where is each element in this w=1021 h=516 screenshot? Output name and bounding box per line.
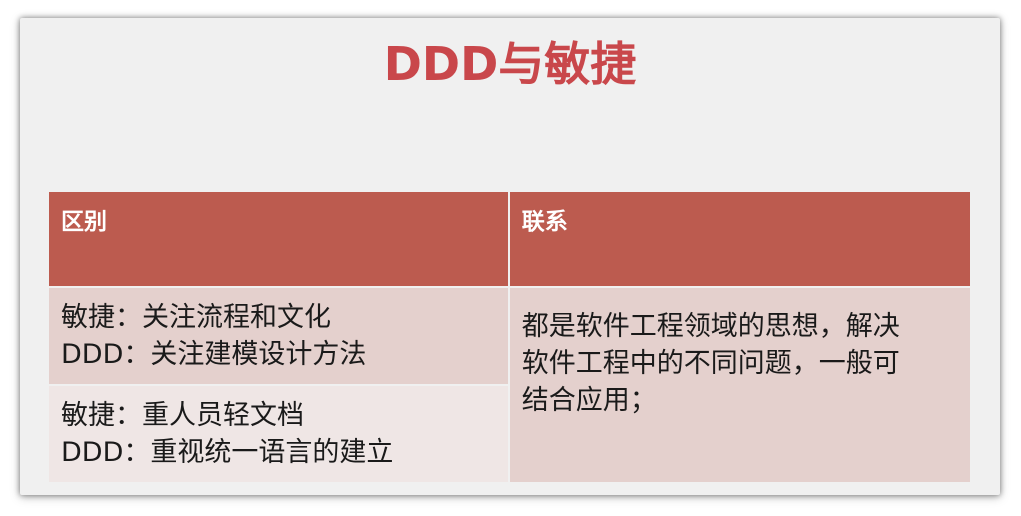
comparison-table: 区别 联系 敏捷：关注流程和文化 DDD：关注建模设计方法 都是软件工程领域的思… [47,190,973,484]
relation-cell: 都是软件工程领域的思想，解决 软件工程中的不同问题，一般可 结合应用； [507,286,973,484]
header-difference: 区别 [47,190,510,288]
slide: DDD与敏捷 区别 联系 敏捷：关注流程和文化 DDD：关注建模设计方法 都是软… [20,18,1000,495]
table-header-row: 区别 联系 [47,190,973,288]
relation-line-1: 都是软件工程领域的思想，解决 [521,310,900,342]
difference-agile-1: 敏捷：关注流程和文化 [61,302,331,333]
relation-line-3: 结合应用； [521,384,657,416]
difference-agile-2: 敏捷：重人员轻文档 [61,400,304,431]
relation-text: 都是软件工程领域的思想，解决 软件工程中的不同问题，一般可 结合应用； [522,308,960,419]
difference-cell-2: 敏捷：重人员轻文档 DDD：重视统一语言的建立 [47,384,510,484]
header-relation: 联系 [507,190,973,288]
difference-cell-1: 敏捷：关注流程和文化 DDD：关注建模设计方法 [47,286,510,386]
table-row: 敏捷：关注流程和文化 DDD：关注建模设计方法 都是软件工程领域的思想，解决 软… [47,286,973,484]
slide-title: DDD与敏捷 [383,37,637,91]
relation-line-2: 软件工程中的不同问题，一般可 [521,347,900,379]
difference-ddd-1: DDD：关注建模设计方法 [61,339,367,370]
difference-ddd-2: DDD：重视统一语言的建立 [61,437,394,468]
